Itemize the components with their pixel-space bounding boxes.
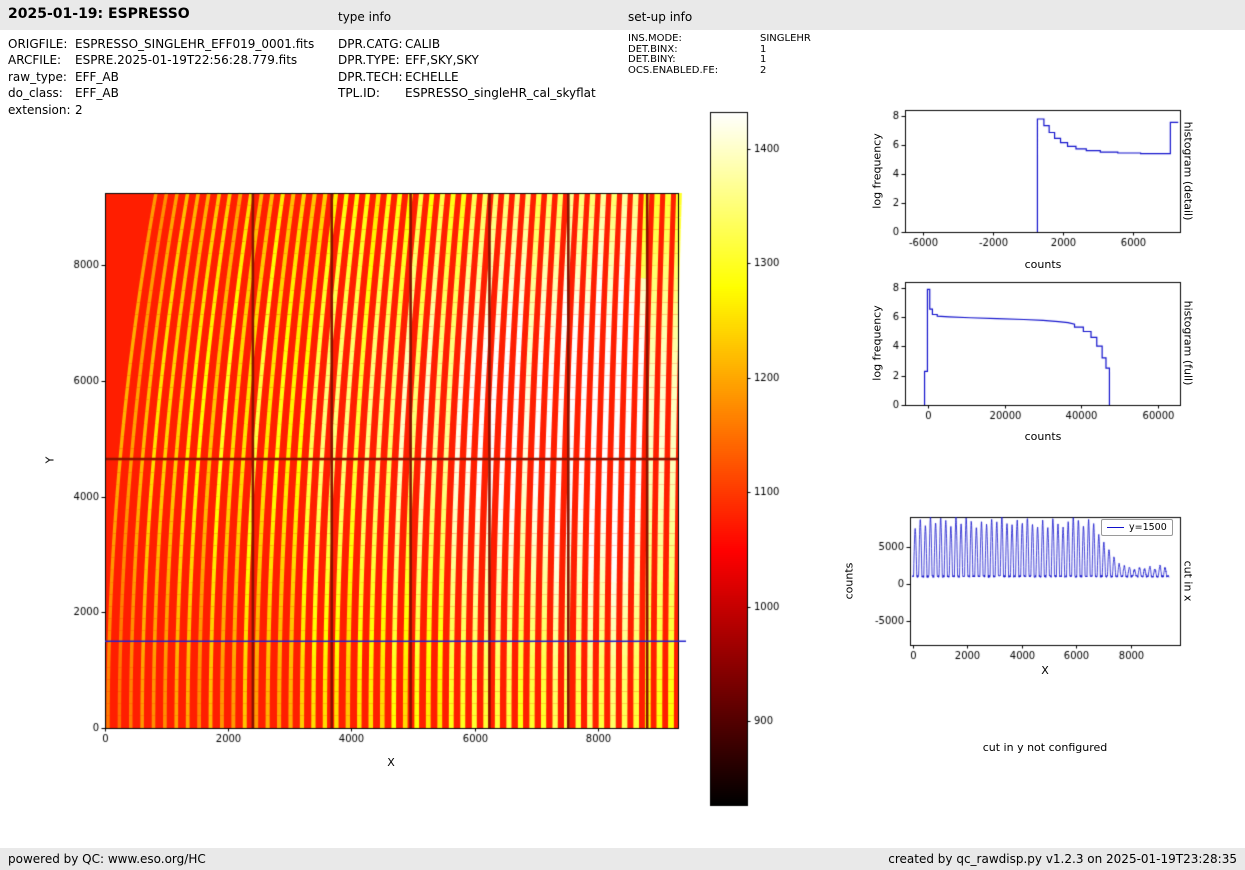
footer-right-text: created by qc_rawdisp.py v1.2.3 on 2025-… — [888, 852, 1237, 866]
main-yaxis-label: Y — [44, 457, 57, 464]
histdetail-yaxis-label: log frequency — [871, 133, 884, 208]
meta-label: ARCFILE: — [8, 52, 75, 68]
meta-value: 2 — [760, 65, 766, 76]
cutx-yaxis-label: counts — [843, 563, 856, 600]
setup-info-block: INS.MODE:SINGLEHR DET.BINX:1 DET.BINY:1 … — [628, 34, 811, 76]
header-bar: 2025-01-19: ESPRESSO type info set-up in… — [0, 0, 1245, 30]
cutx-legend: y=1500 — [1101, 519, 1173, 536]
histfull-yaxis-label: log frequency — [871, 305, 884, 380]
type-info-block: DPR.CATG:CALIB DPR.TYPE:EFF,SKY,SKY DPR.… — [338, 36, 596, 102]
meta-value: ECHELLE — [405, 70, 459, 84]
setup-info-heading: set-up info — [628, 10, 692, 24]
histdetail-side-label: histogram (detail) — [1182, 122, 1195, 221]
cut-in-y-note: cut in y not configured — [983, 741, 1108, 754]
meta-value: SINGLEHR — [760, 33, 811, 44]
meta-value: 1 — [760, 44, 766, 55]
meta-value: EFF_AB — [75, 70, 119, 84]
meta-row-dprtype: DPR.TYPE:EFF,SKY,SKY — [338, 52, 596, 68]
qc-report-page: 2025-01-19: ESPRESSO type info set-up in… — [0, 0, 1245, 870]
legend-line-sample — [1107, 527, 1124, 528]
raw-frame-image-plot — [30, 95, 690, 795]
meta-row-insmode: INS.MODE:SINGLEHR — [628, 34, 811, 45]
meta-label: DPR.CATG: — [338, 36, 405, 52]
meta-row-rawtype: raw_type:EFF_AB — [8, 69, 314, 85]
meta-value: CALIB — [405, 37, 440, 51]
meta-row-origfile: ORIGFILE:ESPRESSO_SINGLEHR_EFF019_0001.f… — [8, 36, 314, 52]
meta-value: ESPRESSO_SINGLEHR_EFF019_0001.fits — [75, 37, 314, 51]
meta-value: ESPRE.2025-01-19T22:56:28.779.fits — [75, 53, 297, 67]
histfull-side-label: histogram (full) — [1182, 301, 1195, 386]
footer-left-text: powered by QC: www.eso.org/HC — [8, 852, 206, 866]
histfull-xaxis-label: counts — [1025, 430, 1062, 443]
meta-label: DPR.TECH: — [338, 69, 405, 85]
meta-row-arcfile: ARCFILE:ESPRE.2025-01-19T22:56:28.779.fi… — [8, 52, 314, 68]
legend-label: y=1500 — [1129, 522, 1167, 533]
histdetail-xaxis-label: counts — [1025, 258, 1062, 271]
cutx-side-label: cut in x — [1182, 561, 1195, 602]
colorbar — [700, 105, 810, 815]
meta-label: ORIGFILE: — [8, 36, 75, 52]
histogram-detail-plot — [860, 95, 1200, 285]
meta-value: 1 — [760, 54, 766, 65]
meta-label: OCS.ENABLED.FE: — [628, 66, 760, 77]
meta-value: EFF,SKY,SKY — [405, 53, 479, 67]
page-title: 2025-01-19: ESPRESSO — [8, 6, 190, 22]
cutx-xaxis-label: X — [1041, 664, 1049, 677]
main-xaxis-label: X — [387, 756, 395, 769]
type-info-heading: type info — [338, 10, 391, 24]
meta-row-dprcatg: DPR.CATG:CALIB — [338, 36, 596, 52]
meta-label: DPR.TYPE: — [338, 52, 405, 68]
meta-row-ocsfe: OCS.ENABLED.FE:2 — [628, 66, 811, 77]
meta-label: raw_type: — [8, 69, 75, 85]
meta-row-dprtech: DPR.TECH:ECHELLE — [338, 69, 596, 85]
footer-bar: powered by QC: www.eso.org/HC created by… — [0, 848, 1245, 870]
meta-label: INS.MODE: — [628, 34, 760, 45]
